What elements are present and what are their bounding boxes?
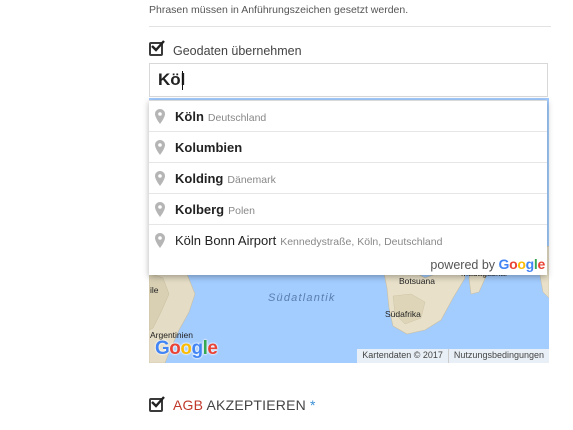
logo-letter: G: [498, 256, 510, 272]
autocomplete-item[interactable]: Köln Deutschland: [149, 101, 547, 132]
map-pin-icon: [155, 109, 165, 124]
agb-checkbox-row[interactable]: AGB AKZEPTIEREN *: [149, 396, 316, 413]
google-wordmark: Google: [498, 256, 546, 272]
autocomplete-item-text: Köln Deutschland: [175, 109, 266, 124]
map-place-label: Botsuana: [399, 276, 435, 286]
map-pin-icon: [155, 140, 165, 155]
match-text: Köln: [175, 108, 204, 124]
powered-by-text: powered by: [430, 258, 496, 272]
map-place-label: ile: [150, 285, 159, 295]
autocomplete-item[interactable]: Kolberg Polen: [149, 194, 547, 225]
map-data-label: Kartendaten © 2017: [362, 350, 443, 360]
geo-checkbox-label: Geodaten übernehmen: [173, 44, 302, 58]
powered-by-google: powered by Google: [430, 256, 545, 272]
logo-letter: o: [169, 338, 181, 359]
required-marker: *: [310, 397, 316, 413]
map-pin-icon: [155, 233, 165, 248]
map-footer: Kartendaten © 2017 Nutzungsbedingungen: [357, 349, 549, 363]
geo-checkbox[interactable]: [149, 40, 165, 56]
agb-link[interactable]: AGB: [173, 397, 203, 413]
google-logo[interactable]: Google: [155, 338, 218, 360]
autocomplete-item[interactable]: Köln Bonn Airport Kennedystraße, Köln, De…: [149, 225, 547, 255]
match-text: Köln: [175, 232, 202, 248]
agb-checkbox[interactable]: [149, 396, 165, 412]
map-pin-icon: [155, 202, 165, 217]
terms-link[interactable]: Nutzungsbedingungen: [447, 349, 549, 363]
logo-letter: e: [537, 256, 546, 272]
logo-letter: G: [155, 338, 170, 359]
autocomplete-item[interactable]: Kolumbien: [149, 132, 547, 163]
autocomplete-item-text: Kolumbien: [175, 140, 246, 155]
ocean-label: Südatlantik: [268, 292, 336, 304]
secondary-text: Kennedystraße, Köln, Deutschland: [280, 235, 443, 248]
hint-text: Phrasen müssen in Anführungszeichen gese…: [149, 4, 409, 16]
divider: [149, 26, 551, 27]
logo-letter: o: [180, 338, 192, 359]
autocomplete-dropdown: Köln Deutschland Kolumbien Kolding Dänemar…: [149, 100, 547, 275]
geo-checkbox-row[interactable]: Geodaten übernehmen: [149, 40, 302, 58]
checkmark-icon: [151, 40, 165, 52]
match-text: Kolumbien: [175, 139, 243, 155]
location-search-input[interactable]: [149, 63, 548, 97]
match-text: Kolberg: [175, 201, 225, 217]
match-text: Kolding: [175, 170, 224, 186]
secondary-text: Deutschland: [207, 111, 267, 124]
autocomplete-item-text: Kolberg Polen: [175, 202, 255, 217]
logo-letter: g: [525, 256, 535, 272]
text-caret: [182, 71, 183, 90]
logo-letter: o: [517, 256, 526, 272]
item-rest: Bonn Airport: [201, 232, 277, 248]
checkmark-icon: [151, 396, 165, 408]
secondary-text: Dänemark: [227, 173, 276, 186]
secondary-text: Polen: [228, 204, 255, 217]
agb-label: AGB AKZEPTIEREN *: [173, 397, 316, 413]
map-pin-icon: [155, 171, 165, 186]
autocomplete-item-text: Köln Bonn Airport Kennedystraße, Köln, De…: [175, 233, 442, 248]
logo-letter: e: [207, 338, 218, 359]
map-place-label: Südafrika: [385, 309, 421, 319]
logo-letter: g: [191, 338, 204, 359]
agb-accept-text: AKZEPTIEREN: [206, 397, 306, 413]
autocomplete-item-text: Kolding Dänemark: [175, 171, 276, 186]
autocomplete-item[interactable]: Kolding Dänemark: [149, 163, 547, 194]
